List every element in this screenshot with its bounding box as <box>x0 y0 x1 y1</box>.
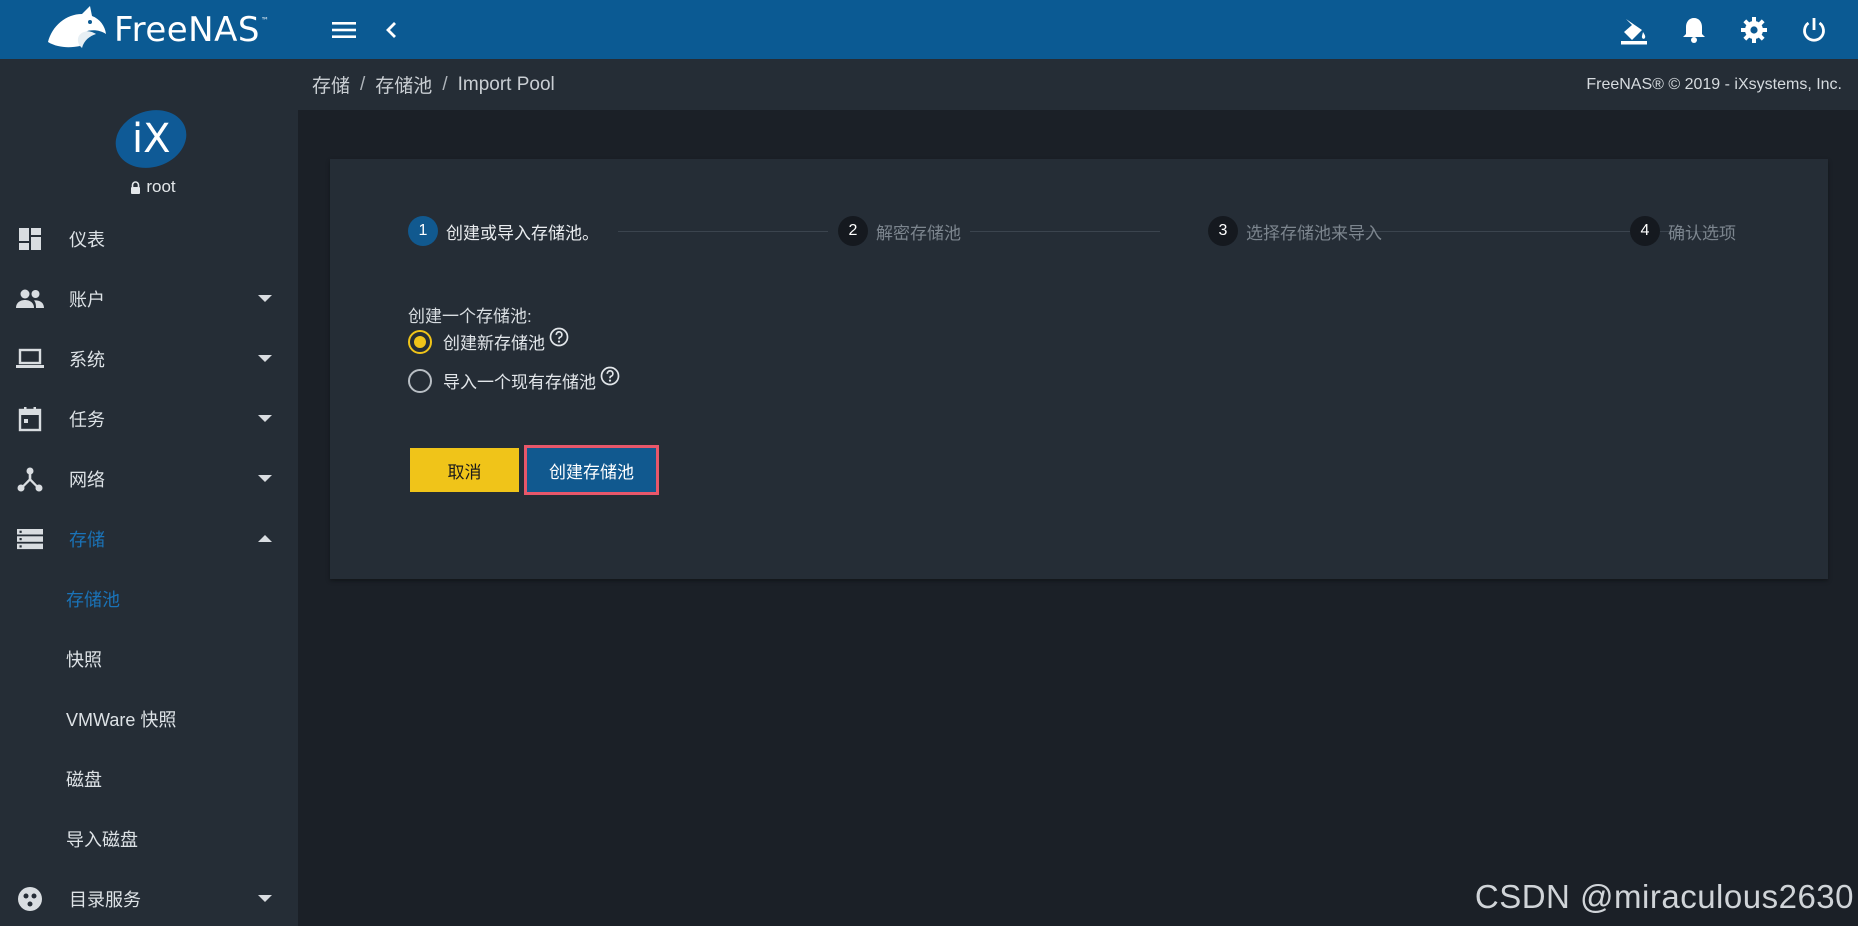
sidebar-item-label: 仪表 <box>69 230 105 250</box>
step-number: 1 <box>408 216 438 246</box>
back-icon <box>386 21 396 38</box>
radio-create-new-pool[interactable]: 创建新存储池 <box>408 327 569 354</box>
sidebar-item-directory-services[interactable]: 目录服务 <box>0 869 298 926</box>
radio-import-existing-pool[interactable]: 导入一个现有存储池 <box>408 366 620 393</box>
breadcrumb-storage[interactable]: 存储 <box>312 71 350 98</box>
sidebar-subitem-pools[interactable]: 存储池 <box>0 569 298 629</box>
radio-button-checked[interactable] <box>408 329 432 354</box>
radio-label: 创建新存储池 <box>443 334 545 353</box>
settings-button[interactable] <box>1732 8 1776 52</box>
top-bar: FreeNAS ™ <box>0 0 1858 59</box>
form-title: 创建一个存储池: <box>408 307 532 326</box>
cancel-button[interactable]: 取消 <box>410 448 519 492</box>
step-label: 选择存储池来导入 <box>1246 223 1382 243</box>
accounts-icon <box>16 285 44 313</box>
user-profile: iX root <box>0 59 298 209</box>
step-number: 4 <box>1630 216 1660 246</box>
chevron-down-icon <box>258 415 272 422</box>
sidebar-item-label: 网络 <box>69 470 105 490</box>
gear-icon <box>1741 16 1767 43</box>
theme-icon <box>1621 18 1647 44</box>
step-4[interactable]: 4 确认选项 <box>1630 216 1736 246</box>
theme-button[interactable] <box>1612 8 1656 52</box>
bell-icon <box>1683 17 1705 43</box>
ix-logo: iX <box>108 101 194 177</box>
chevron-down-icon <box>258 475 272 482</box>
help-icon[interactable] <box>549 327 569 347</box>
step-number: 3 <box>1208 216 1238 246</box>
breadcrumb-current: Import Pool <box>457 73 555 95</box>
directory-icon <box>16 885 44 913</box>
breadcrumb-pools[interactable]: 存储池 <box>375 71 432 98</box>
menu-icon <box>332 21 356 38</box>
sidebar-item-accounts[interactable]: 账户 <box>0 269 298 329</box>
chevron-down-icon <box>258 895 272 902</box>
step-label: 解密存储池 <box>876 223 961 243</box>
help-icon[interactable] <box>600 366 620 386</box>
import-pool-card: 1 创建或导入存储池。 2 解密存储池 3 选择存储池来导入 4 确认选项 创建… <box>330 159 1828 579</box>
lock-icon <box>131 180 141 194</box>
user-line[interactable]: root <box>130 177 176 197</box>
username: root <box>146 177 176 196</box>
step-connector <box>970 231 1160 232</box>
breadcrumb-separator: / <box>360 73 366 95</box>
power-icon <box>1803 17 1825 42</box>
radio-button-unchecked[interactable] <box>408 368 432 393</box>
collapse-sidebar-button[interactable] <box>370 8 414 52</box>
notifications-button[interactable] <box>1672 8 1716 52</box>
sidebar-item-label: 账户 <box>69 290 105 310</box>
dashboard-icon <box>16 225 44 253</box>
sidebar-subitem-disks[interactable]: 磁盘 <box>0 749 298 809</box>
sidebar-item-label: 系统 <box>69 350 105 370</box>
chevron-down-icon <box>258 295 272 302</box>
chevron-down-icon <box>258 355 272 362</box>
menu-toggle-button[interactable] <box>322 8 366 52</box>
step-1[interactable]: 1 创建或导入存储池。 <box>408 216 599 246</box>
sidebar-item-storage[interactable]: 存储 <box>0 509 298 569</box>
sidebar: iX root 仪表 账户 系统 任务 网络 存储 存储池 快照 VMWare … <box>0 59 298 926</box>
network-icon <box>16 465 44 493</box>
sidebar-item-system[interactable]: 系统 <box>0 329 298 389</box>
brand: FreeNAS ™ <box>0 0 298 59</box>
sidebar-subitem-import-disk[interactable]: 导入磁盘 <box>0 809 298 869</box>
step-3[interactable]: 3 选择存储池来导入 <box>1208 216 1382 246</box>
sidebar-item-dashboard[interactable]: 仪表 <box>0 209 298 269</box>
radio-label: 导入一个现有存储池 <box>443 373 596 392</box>
sidebar-subitem-vmware-snapshots[interactable]: VMWare 快照 <box>0 689 298 749</box>
breadcrumb-bar: 存储 / 存储池 / Import Pool FreeNAS® © 2019 -… <box>298 59 1858 110</box>
chevron-up-icon <box>258 535 272 542</box>
watermark: CSDN @miraculous2630 <box>1474 878 1854 915</box>
freenas-shark-logo <box>48 5 106 48</box>
step-2[interactable]: 2 解密存储池 <box>838 216 961 246</box>
step-connector <box>618 231 828 232</box>
step-label: 创建或导入存储池。 <box>446 223 599 243</box>
sidebar-item-network[interactable]: 网络 <box>0 449 298 509</box>
stepper: 1 创建或导入存储池。 2 解密存储池 3 选择存储池来导入 4 确认选项 <box>408 216 1778 246</box>
sidebar-subitem-snapshots[interactable]: 快照 <box>0 629 298 689</box>
breadcrumb-separator: / <box>442 73 448 95</box>
calendar-icon <box>16 405 44 433</box>
brand-name: FreeNAS ™ <box>114 9 270 50</box>
sidebar-item-label: 任务 <box>69 410 105 430</box>
step-number: 2 <box>838 216 868 246</box>
copyright-text: FreeNAS® © 2019 - iXsystems, Inc. <box>1586 75 1842 93</box>
power-button[interactable] <box>1792 8 1836 52</box>
sidebar-item-tasks[interactable]: 任务 <box>0 389 298 449</box>
sidebar-item-label: 存储 <box>69 530 105 550</box>
laptop-icon <box>16 345 44 373</box>
step-label: 确认选项 <box>1668 223 1736 243</box>
sidebar-item-label: 目录服务 <box>69 890 141 910</box>
storage-icon <box>16 525 44 553</box>
create-pool-button[interactable]: 创建存储池 <box>524 445 659 495</box>
